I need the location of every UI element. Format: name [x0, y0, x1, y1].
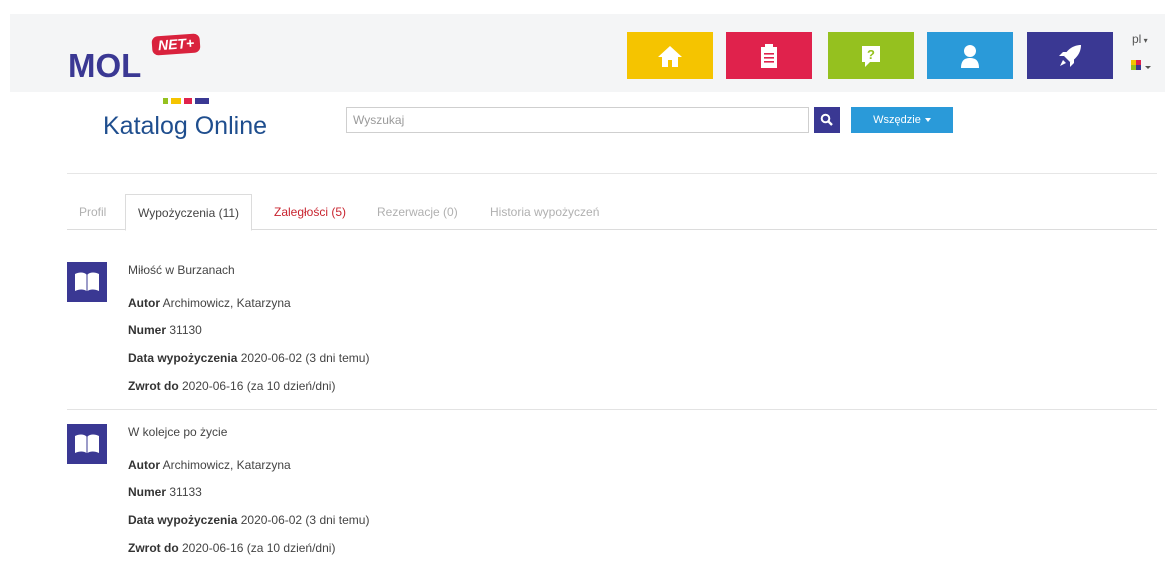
rocket-tile[interactable] — [1027, 32, 1113, 79]
help-tile[interactable]: ? — [828, 32, 914, 79]
search-button[interactable] — [814, 107, 840, 133]
colors-flag-icon[interactable] — [1131, 60, 1153, 74]
tab-rezerwacje[interactable]: Rezerwacje (0) — [365, 194, 470, 230]
loan-date: Data wypożyczenia 2020-06-02 (3 dni temu… — [128, 351, 369, 365]
book-icon — [67, 262, 107, 302]
author-label: Autor — [128, 296, 160, 310]
rocket-icon — [1059, 44, 1081, 67]
number-value: 31133 — [169, 485, 202, 499]
loan-return: Zwrot do 2020-06-16 (za 10 dzień/dni) — [128, 541, 335, 555]
number-label: Numer — [128, 485, 167, 499]
account-tile[interactable] — [927, 32, 1013, 79]
author-label: Autor — [128, 458, 160, 472]
loan-date-label: Data wypożyczenia — [128, 351, 238, 365]
number-label: Numer — [128, 323, 167, 337]
loan-date-value: 2020-06-02 (3 dni temu) — [240, 351, 370, 365]
return-label: Zwrot do — [128, 379, 179, 393]
loan-return: Zwrot do 2020-06-16 (za 10 dzień/dni) — [128, 379, 335, 393]
loan-number: Numer 31130 — [128, 323, 202, 337]
search-icon — [820, 113, 833, 126]
clipboard-icon — [761, 43, 777, 68]
clipboard-tile[interactable] — [726, 32, 812, 79]
loan-date-value: 2020-06-02 (3 dni temu) — [240, 513, 370, 527]
return-label: Zwrot do — [128, 541, 179, 555]
search-scope-label: Wszędzie — [873, 114, 921, 126]
home-icon — [658, 45, 682, 67]
return-value: 2020-06-16 (za 10 dzień/dni) — [182, 379, 336, 393]
tab-wypozyczenia[interactable]: Wypożyczenia (11) — [125, 194, 253, 231]
loan-number: Numer 31133 — [128, 485, 202, 499]
loan-title[interactable]: Miłość w Burzanach — [128, 263, 235, 277]
search-scope-dropdown[interactable]: Wszędzie — [851, 107, 953, 133]
author-value: Archimowicz, Katarzyna — [162, 458, 291, 472]
catalog-title: Katalog Online — [103, 112, 268, 140]
tab-profil[interactable]: Profil — [67, 194, 118, 230]
author-value: Archimowicz, Katarzyna — [162, 296, 291, 310]
language-selector[interactable]: pl ▾ — [1132, 32, 1148, 46]
language-label: pl — [1132, 32, 1142, 46]
home-tile[interactable] — [627, 32, 713, 79]
mol-logo[interactable]: MOL NET+ — [68, 33, 228, 104]
tab-historia[interactable]: Historia wypożyczeń — [478, 194, 611, 230]
question-icon: ? — [862, 45, 880, 67]
loan-author: Autor Archimowicz, Katarzyna — [128, 458, 291, 472]
divider — [67, 409, 1157, 410]
loan-date-label: Data wypożyczenia — [128, 513, 238, 527]
loan-date: Data wypożyczenia 2020-06-02 (3 dni temu… — [128, 513, 369, 527]
user-icon — [961, 44, 979, 68]
loan-title[interactable]: W kolejce po życie — [128, 425, 227, 439]
divider — [67, 173, 1157, 174]
logo-squares — [163, 93, 223, 104]
chevron-down-icon: ▾ — [1141, 36, 1148, 45]
loan-author: Autor Archimowicz, Katarzyna — [128, 296, 291, 310]
book-icon — [67, 424, 107, 464]
number-value: 31130 — [169, 323, 202, 337]
svg-text:?: ? — [867, 47, 875, 62]
logo-text: MOL — [68, 47, 142, 84]
caret-down-icon — [924, 118, 931, 122]
search-input[interactable] — [346, 107, 809, 133]
return-value: 2020-06-16 (za 10 dzień/dni) — [182, 541, 336, 555]
logo-badge: NET+ — [151, 33, 201, 56]
tab-zaleglosci[interactable]: Zaległości (5) — [262, 194, 358, 230]
account-tabs: Profil Wypożyczenia (11) Zaległości (5) … — [67, 194, 1157, 231]
